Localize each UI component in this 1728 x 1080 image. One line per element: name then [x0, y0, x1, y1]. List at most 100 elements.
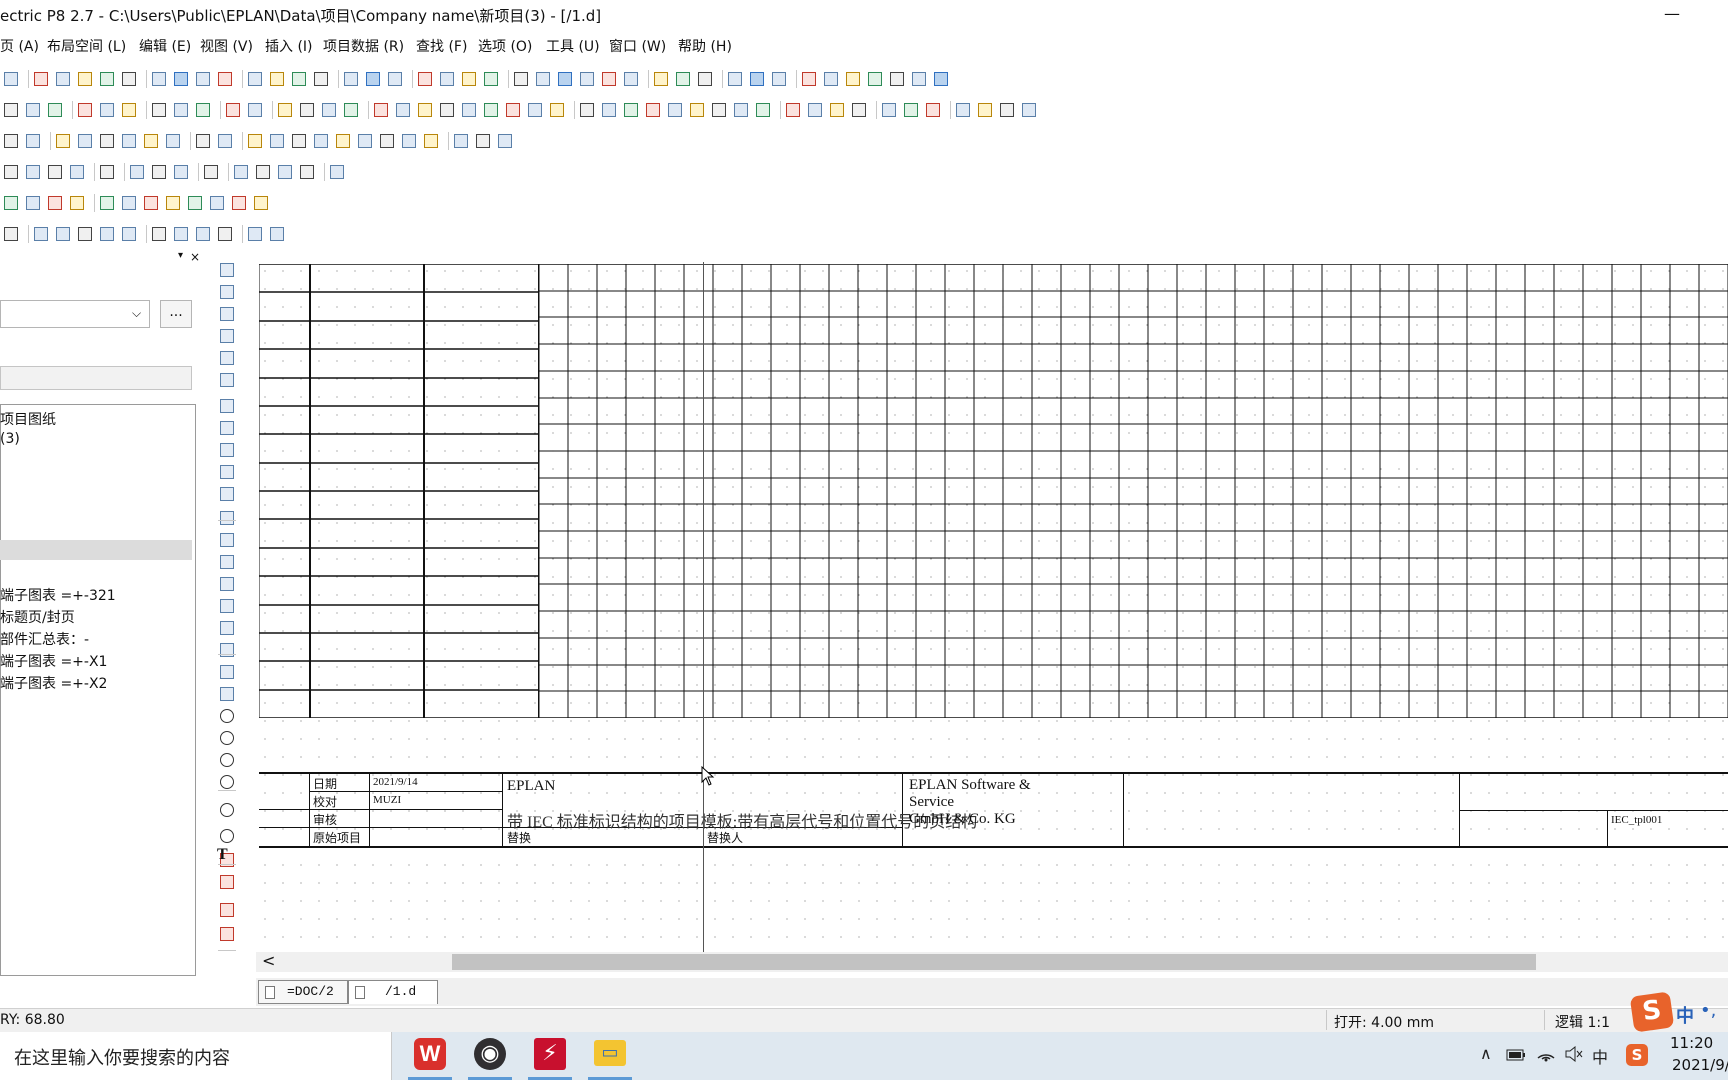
toolbar-tool-icon[interactable]	[668, 103, 682, 117]
toolbar-tool-icon[interactable]	[1000, 103, 1014, 117]
toolbar-tool-icon[interactable]	[462, 103, 476, 117]
menu-window[interactable]: 窗口 (W)	[609, 36, 666, 56]
toolbar-tool-icon[interactable]	[484, 103, 498, 117]
toolbar-tool-icon[interactable]	[462, 72, 476, 86]
drawing-tool-icon[interactable]	[220, 577, 234, 591]
toolbar-tool-icon[interactable]	[808, 103, 822, 117]
drawing-tool-icon[interactable]	[220, 421, 234, 435]
toolbar-tool-icon[interactable]	[344, 103, 358, 117]
toolbar-tool-icon[interactable]	[196, 103, 210, 117]
toolbar-tool-icon[interactable]	[712, 103, 726, 117]
toolbar-tool-icon[interactable]	[234, 165, 248, 179]
toolbar-tool-icon[interactable]	[956, 103, 970, 117]
menu-insert[interactable]: 插入 (I)	[265, 36, 313, 56]
toolbar-tool-icon[interactable]	[424, 134, 438, 148]
toolbar-tool-icon[interactable]	[624, 72, 638, 86]
tree-item-terminal-321[interactable]: 端子图表 =+-321	[0, 585, 116, 605]
toolbar-tool-icon[interactable]	[218, 134, 232, 148]
tree-item-terminal-x2[interactable]: 端子图表 =+-X2	[0, 673, 107, 693]
toolbar-tool-icon[interactable]	[26, 196, 40, 210]
toolbar-tool-icon[interactable]	[48, 103, 62, 117]
drawing-tool-icon[interactable]	[220, 665, 234, 679]
toolbar-tool-icon[interactable]	[4, 103, 18, 117]
toolbar-tool-icon[interactable]	[506, 103, 520, 117]
toolbar-tool-icon[interactable]	[498, 134, 512, 148]
drawing-tool-icon[interactable]	[220, 621, 234, 635]
toolbar-tool-icon[interactable]	[402, 134, 416, 148]
menu-options[interactable]: 选项 (O)	[478, 36, 532, 56]
menu-page[interactable]: 页 (A)	[0, 36, 39, 56]
toolbar-tool-icon[interactable]	[830, 103, 844, 117]
toolbar-tool-icon[interactable]	[440, 72, 454, 86]
toolbar-tool-icon[interactable]	[174, 165, 188, 179]
toolbar-tool-icon[interactable]	[56, 227, 70, 241]
toolbar-tool-icon[interactable]	[278, 165, 292, 179]
toolbar-tool-icon[interactable]	[152, 165, 166, 179]
toolbar-tool-icon[interactable]	[912, 72, 926, 86]
toolbar-tool-icon[interactable]	[78, 227, 92, 241]
toolbar-tool-icon[interactable]	[4, 165, 18, 179]
volume-mute-icon[interactable]	[1564, 1046, 1584, 1062]
toolbar-tool-icon[interactable]	[374, 103, 388, 117]
toolbar-tool-icon[interactable]	[152, 227, 166, 241]
toolbar-tool-icon[interactable]	[70, 165, 84, 179]
toolbar-tool-icon[interactable]	[100, 165, 114, 179]
drawing-tool-icon[interactable]	[220, 443, 234, 457]
toolbar-tool-icon[interactable]	[256, 165, 270, 179]
file-explorer-icon[interactable]: ▭	[588, 1036, 632, 1076]
toolbar-tool-icon[interactable]	[550, 103, 564, 117]
toolbar-tool-icon[interactable]	[868, 72, 882, 86]
toolbar-tool-icon[interactable]	[196, 134, 210, 148]
toolbar-tool-icon[interactable]	[78, 103, 92, 117]
filter-input[interactable]	[0, 366, 192, 390]
toolbar-tool-icon[interactable]	[852, 103, 866, 117]
toolbar-tool-icon[interactable]	[314, 134, 328, 148]
drawing-tool-icon[interactable]	[220, 753, 234, 767]
toolbar-tool-icon[interactable]	[26, 103, 40, 117]
drawing-tool-icon[interactable]	[220, 399, 234, 413]
toolbar-tool-icon[interactable]	[300, 103, 314, 117]
toolbar-tool-icon[interactable]	[122, 134, 136, 148]
toolbar-tool-icon[interactable]	[330, 165, 344, 179]
drawing-tool-icon[interactable]	[220, 351, 234, 365]
toolbar-tool-icon[interactable]	[166, 134, 180, 148]
toolbar-tool-icon[interactable]	[218, 72, 232, 86]
toolbar-tool-icon[interactable]	[292, 72, 306, 86]
toolbar-tool-icon[interactable]	[278, 103, 292, 117]
drawing-tool-icon[interactable]	[220, 487, 234, 501]
wifi-icon[interactable]	[1536, 1046, 1556, 1062]
panel-close-icon[interactable]: ×	[190, 250, 200, 264]
clock-date[interactable]: 2021/9/	[1672, 1056, 1728, 1074]
toolbar-tool-icon[interactable]	[602, 103, 616, 117]
toolbar-tool-icon[interactable]	[226, 103, 240, 117]
toolbar-tool-icon[interactable]	[698, 72, 712, 86]
tree-item-title-page[interactable]: 标题页/封页	[0, 607, 75, 627]
toolbar-tool-icon[interactable]	[70, 196, 84, 210]
toolbar-tool-icon[interactable]	[890, 72, 904, 86]
tree-item-terminal-x1[interactable]: 端子图表 =+-X1	[0, 651, 107, 671]
tray-chevron-icon[interactable]: ∧	[1480, 1044, 1492, 1063]
menu-edit[interactable]: 编辑 (E)	[139, 36, 191, 56]
toolbar-tool-icon[interactable]	[4, 134, 18, 148]
toolbar-tool-icon[interactable]	[78, 72, 92, 86]
toolbar-tool-icon[interactable]	[4, 72, 18, 86]
sogou-ime-icon[interactable]: S	[1629, 991, 1675, 1033]
menu-tools[interactable]: 工具 (U)	[546, 36, 600, 56]
toolbar-tool-icon[interactable]	[580, 103, 594, 117]
toolbar-tool-icon[interactable]	[34, 72, 48, 86]
scroll-left-icon[interactable]: <	[262, 951, 275, 970]
menu-view[interactable]: 视图 (V)	[200, 36, 253, 56]
toolbar-tool-icon[interactable]	[676, 72, 690, 86]
toolbar-tool-icon[interactable]	[846, 72, 860, 86]
toolbar-tool-icon[interactable]	[536, 72, 550, 86]
toolbar-tool-icon[interactable]	[100, 134, 114, 148]
toolbar-tool-icon[interactable]	[380, 134, 394, 148]
toolbar-tool-icon[interactable]	[580, 72, 594, 86]
toolbar-tool-icon[interactable]	[100, 72, 114, 86]
toolbar-tool-icon[interactable]	[122, 227, 136, 241]
toolbar-tool-icon[interactable]	[270, 134, 284, 148]
toolbar-tool-icon[interactable]	[418, 103, 432, 117]
clock-time[interactable]: 11:20	[1670, 1034, 1713, 1052]
toolbar-tool-icon[interactable]	[174, 72, 188, 86]
toolbar-tool-icon[interactable]	[366, 72, 380, 86]
